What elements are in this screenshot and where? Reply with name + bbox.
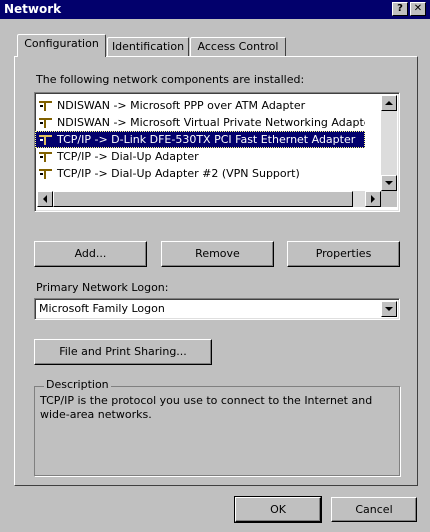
- list-item[interactable]: TCP/IP -> Dial-Up Adapter #2 (VPN Suppor…: [35, 165, 365, 182]
- list-item-label: TCP/IP -> D-Link DFE-530TX PCI Fast Ethe…: [57, 133, 356, 146]
- tab-access-control[interactable]: Access Control: [190, 37, 286, 57]
- network-component-icon: [39, 135, 52, 145]
- description-title: Description: [44, 378, 111, 391]
- tab-configuration[interactable]: Configuration: [17, 34, 106, 57]
- network-component-icon: [39, 169, 52, 179]
- arrow-right-icon: [371, 195, 375, 203]
- scroll-thumb[interactable]: [53, 191, 353, 207]
- horizontal-scrollbar[interactable]: [37, 191, 381, 207]
- list-item-label: NDISWAN -> Microsoft PPP over ATM Adapte…: [57, 99, 306, 112]
- tab-access-control-label: Access Control: [197, 40, 279, 53]
- list-item-selected[interactable]: TCP/IP -> D-Link DFE-530TX PCI Fast Ethe…: [35, 131, 365, 148]
- scroll-up-button[interactable]: [381, 95, 397, 111]
- components-list[interactable]: NDISWAN -> Microsoft PPP over ATM Adapte…: [34, 92, 400, 212]
- network-component-icon: [39, 118, 52, 128]
- scroll-right-button[interactable]: [365, 191, 381, 207]
- close-button[interactable]: ✕: [410, 2, 426, 16]
- primary-logon-select[interactable]: Microsoft Family Logon: [34, 298, 400, 320]
- primary-logon-value: Microsoft Family Logon: [39, 302, 165, 315]
- arrow-down-icon: [385, 181, 393, 185]
- window-title: Network: [4, 2, 62, 16]
- tab-identification-label: Identification: [111, 40, 185, 53]
- scroll-down-button[interactable]: [381, 175, 397, 191]
- primary-logon-label: Primary Network Logon:: [36, 281, 169, 294]
- components-heading: The following network components are ins…: [36, 73, 305, 86]
- ok-button[interactable]: OK: [234, 496, 322, 523]
- list-item[interactable]: NDISWAN -> Microsoft PPP over ATM Adapte…: [35, 97, 365, 114]
- list-item-label: TCP/IP -> Dial-Up Adapter: [57, 150, 199, 163]
- title-bar: Network ? ✕: [0, 0, 430, 19]
- arrow-up-icon: [385, 101, 393, 105]
- list-item[interactable]: NDISWAN -> Microsoft Virtual Private Net…: [35, 114, 365, 131]
- chevron-down-icon: [385, 307, 393, 311]
- network-component-icon: [39, 152, 52, 162]
- scroll-left-button[interactable]: [37, 191, 53, 207]
- help-button[interactable]: ?: [392, 2, 408, 16]
- tab-configuration-label: Configuration: [24, 37, 99, 50]
- properties-button[interactable]: Properties: [287, 241, 400, 267]
- list-item-label: NDISWAN -> Microsoft Virtual Private Net…: [57, 116, 365, 129]
- cancel-button[interactable]: Cancel: [331, 497, 417, 522]
- vertical-scrollbar[interactable]: [381, 95, 397, 191]
- list-item[interactable]: TCP/IP -> Dial-Up Adapter: [35, 148, 365, 165]
- arrow-left-icon: [43, 195, 47, 203]
- remove-button[interactable]: Remove: [161, 241, 274, 267]
- scrollbar-corner: [381, 191, 397, 207]
- file-print-sharing-button[interactable]: File and Print Sharing...: [34, 339, 212, 365]
- network-component-icon: [39, 101, 52, 111]
- dropdown-button[interactable]: [381, 301, 397, 317]
- add-button[interactable]: Add...: [34, 241, 147, 267]
- list-item-label: TCP/IP -> Dial-Up Adapter #2 (VPN Suppor…: [57, 167, 300, 180]
- description-text: TCP/IP is the protocol you use to connec…: [40, 394, 373, 421]
- tab-identification[interactable]: Identification: [107, 37, 189, 57]
